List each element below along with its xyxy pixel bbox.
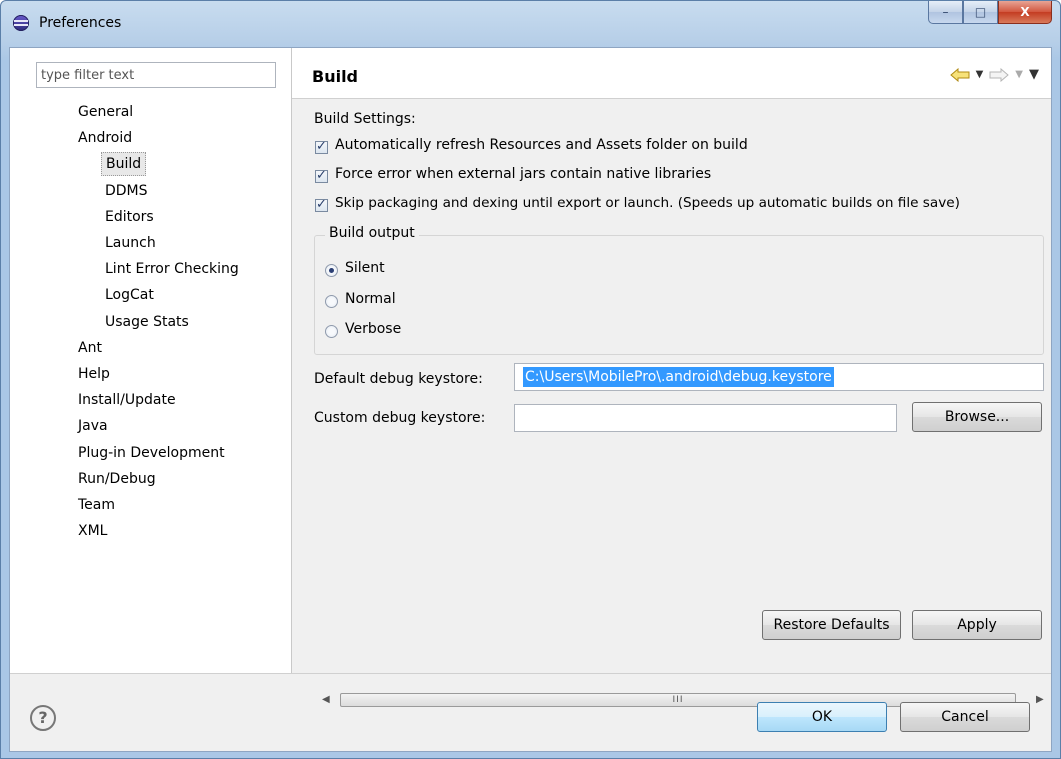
tree-item-android[interactable]: Android <box>74 126 136 150</box>
tree-item-lint-error-checking[interactable]: Lint Error Checking <box>101 257 243 281</box>
forward-arrow-icon[interactable] <box>989 67 1010 82</box>
preferences-window: Preferences – □ X GeneralAndroidBuildDDM… <box>0 0 1061 759</box>
tree-item-xml[interactable]: XML <box>74 519 111 543</box>
tree-item-usage-stats[interactable]: Usage Stats <box>101 310 193 334</box>
dialog-body: GeneralAndroidBuildDDMSEditorsLaunchLint… <box>9 47 1052 752</box>
tree-item-team[interactable]: Team <box>74 493 119 517</box>
cancel-label: Cancel <box>941 709 989 725</box>
tree-item-logcat[interactable]: LogCat <box>101 283 158 307</box>
normal-label[interactable]: Normal <box>345 291 396 307</box>
build-settings-label: Build Settings: <box>314 111 416 127</box>
filter-input[interactable] <box>41 64 269 86</box>
preference-tree-panel: GeneralAndroidBuild DDMSEditorsLaunchLint… <box>10 48 292 673</box>
back-arrow-icon[interactable] <box>949 67 970 82</box>
window-title: Preferences <box>39 15 122 31</box>
tree-item-java[interactable]: Java <box>74 414 112 438</box>
verbose-label[interactable]: Verbose <box>345 321 401 337</box>
apply-button[interactable]: Apply <box>912 610 1042 640</box>
auto-refresh-label[interactable]: Automatically refresh Resources and Asse… <box>335 137 748 153</box>
silent-radio[interactable] <box>325 264 338 277</box>
tree-item-run-debug[interactable]: Run/Debug <box>74 467 160 491</box>
tree-item-general[interactable]: General <box>74 100 137 124</box>
page-title: Build <box>312 67 359 86</box>
back-menu-icon[interactable]: ▼ <box>976 69 984 80</box>
page-nav: ▼ ▼ ▼ <box>949 67 1039 82</box>
dialog-footer: ? OK Cancel <box>10 673 1051 752</box>
apply-label: Apply <box>957 617 997 633</box>
custom-keystore-field[interactable] <box>514 404 897 432</box>
skip-packaging-label[interactable]: Skip packaging and dexing until export o… <box>335 195 960 211</box>
eclipse-icon <box>13 15 29 31</box>
maximize-icon: □ <box>974 5 987 19</box>
close-icon: X <box>1020 5 1030 19</box>
help-icon[interactable]: ? <box>30 705 56 731</box>
page-header: Build ▼ ▼ ▼ <box>292 48 1051 99</box>
tree-item-launch[interactable]: Launch <box>101 231 160 255</box>
tree-item-ant[interactable]: Ant <box>74 336 106 360</box>
verbose-radio[interactable] <box>325 325 338 338</box>
tree-item-plug-in-development[interactable]: Plug-in Development <box>74 441 229 465</box>
tree-item-build[interactable]: Build <box>101 152 147 176</box>
default-keystore-field[interactable]: C:\Users\MobilePro\.android\debug.keysto… <box>514 363 1044 391</box>
custom-keystore-label: Custom debug keystore: <box>314 410 486 426</box>
filter-box[interactable] <box>36 62 276 88</box>
tree-item-help[interactable]: Help <box>74 362 114 386</box>
restore-defaults-button[interactable]: Restore Defaults <box>762 610 901 640</box>
cancel-button[interactable]: Cancel <box>900 702 1030 732</box>
default-keystore-value: C:\Users\MobilePro\.android\debug.keysto… <box>523 367 834 387</box>
default-keystore-label: Default debug keystore: <box>314 371 483 387</box>
build-output-group: Build output Silent Normal Verbose <box>314 225 1044 355</box>
build-page: Build Settings: Automatically refresh Re… <box>292 99 1051 707</box>
minimize-icon: – <box>942 5 949 19</box>
view-menu-icon[interactable]: ▼ <box>1029 67 1039 82</box>
maximize-button[interactable]: □ <box>963 1 998 24</box>
tree-item-editors[interactable]: Editors <box>101 205 158 229</box>
title-bar[interactable]: Preferences – □ X <box>1 1 1060 47</box>
skip-packaging-checkbox[interactable] <box>315 197 328 212</box>
restore-defaults-label: Restore Defaults <box>773 617 890 633</box>
auto-refresh-checkbox[interactable] <box>315 139 328 154</box>
tree-item-ddms[interactable]: DDMS <box>101 179 152 203</box>
force-error-label[interactable]: Force error when external jars contain n… <box>335 166 711 182</box>
tree-item-install-update[interactable]: Install/Update <box>74 388 180 412</box>
force-error-checkbox[interactable] <box>315 168 328 183</box>
close-button[interactable]: X <box>998 1 1052 24</box>
browse-button[interactable]: Browse... <box>912 402 1042 432</box>
help-glyph: ? <box>38 708 48 727</box>
normal-radio[interactable] <box>325 295 338 308</box>
build-output-title: Build output <box>325 225 419 241</box>
ok-label: OK <box>811 709 833 725</box>
window-controls: – □ X <box>928 1 1052 25</box>
forward-menu-icon[interactable]: ▼ <box>1015 69 1023 80</box>
minimize-button[interactable]: – <box>928 1 963 24</box>
ok-button[interactable]: OK <box>757 702 887 732</box>
silent-label[interactable]: Silent <box>345 260 385 276</box>
browse-button-label: Browse... <box>944 409 1010 425</box>
